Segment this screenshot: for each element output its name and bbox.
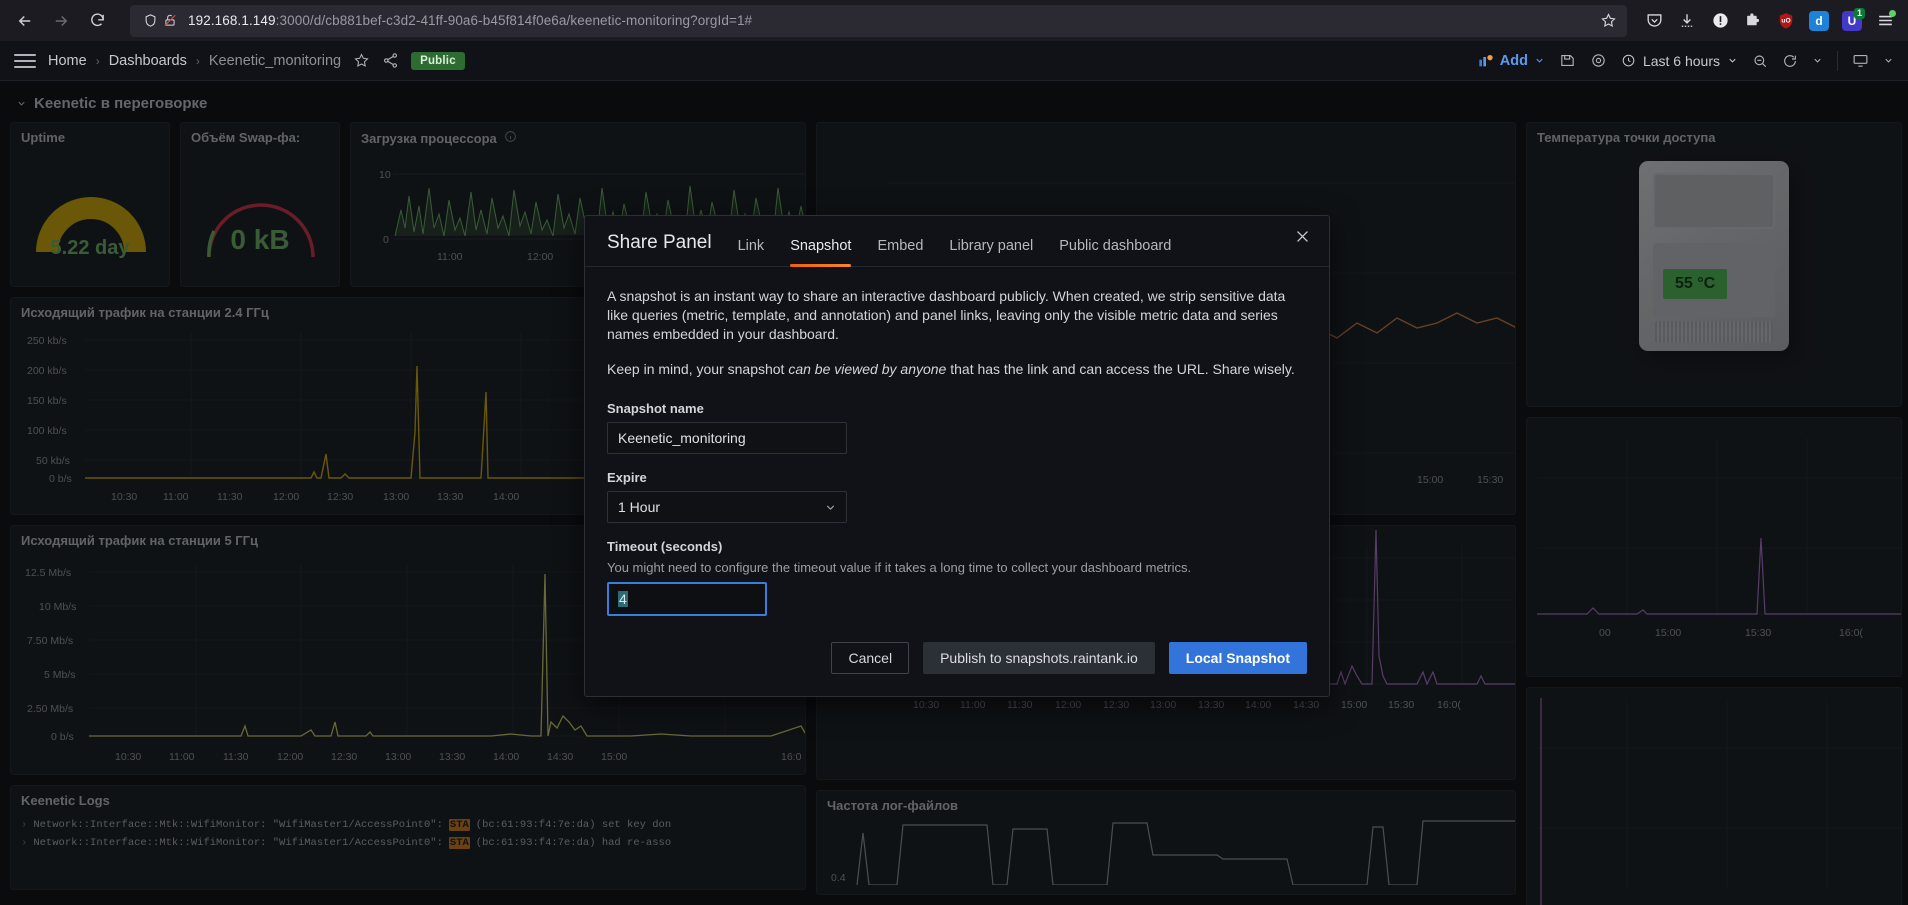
update-indicator-dot: [1889, 9, 1896, 17]
star-outline-icon[interactable]: [353, 52, 370, 69]
downloads-icon[interactable]: [1672, 6, 1702, 36]
ublock-origin-icon[interactable]: uO: [1771, 6, 1801, 36]
timeout-input-wrapper: 4: [607, 582, 779, 617]
extensions-puzzle-icon[interactable]: [1738, 6, 1768, 36]
timeout-field: Timeout (seconds) You might need to conf…: [607, 539, 1307, 617]
timeout-label: Timeout (seconds): [607, 538, 723, 554]
dashlane-glyph: d: [1809, 10, 1829, 31]
back-button[interactable]: [8, 5, 42, 37]
onepassword-icon[interactable]: [1705, 6, 1735, 36]
tab-embed[interactable]: Embed: [877, 238, 923, 266]
grafana-navbar: Home › Dashboards › Keenetic_monitoring …: [0, 41, 1908, 81]
breadcrumb-home[interactable]: Home: [48, 53, 87, 69]
tab-link[interactable]: Link: [738, 238, 765, 266]
forward-button[interactable]: [44, 5, 78, 37]
svg-text:uO: uO: [1781, 17, 1790, 24]
lock-broken-icon[interactable]: [160, 11, 180, 31]
zoom-out-icon[interactable]: [1752, 53, 1768, 69]
refresh-icon[interactable]: [1782, 53, 1798, 69]
snapshot-name-label: Snapshot name: [607, 400, 704, 416]
expire-label: Expire: [607, 469, 647, 485]
time-range-label: Last 6 hours: [1642, 52, 1720, 69]
browser-toolbar: 192.168.1.149:3000/d/cb881bef-c3d2-41ff-…: [0, 0, 1908, 41]
snapshot-name-field: Snapshot name: [607, 401, 1307, 454]
app-menu-icon[interactable]: [1870, 6, 1900, 36]
dashboard-canvas: Keenetic в переговорке Uptime 5.22 day О…: [0, 81, 1908, 905]
snapshot-description-1: A snapshot is an instant way to share an…: [607, 288, 1286, 342]
expire-select[interactable]: [607, 490, 847, 523]
breadcrumb-separator: ›: [195, 53, 200, 68]
snapshot-description-2: Keep in mind, your snapshot can be viewe…: [607, 360, 1307, 379]
modal-body: A snapshot is an instant way to share an…: [585, 267, 1329, 696]
breadcrumb-current: Keenetic_monitoring: [208, 52, 342, 69]
modal-title: Share Panel: [607, 232, 712, 253]
local-snapshot-button[interactable]: Local Snapshot: [1168, 642, 1307, 675]
tv-kiosk-icon[interactable]: [1852, 52, 1869, 69]
kiosk-chevron-icon[interactable]: [1883, 55, 1894, 66]
tab-snapshot[interactable]: Snapshot: [790, 238, 852, 267]
toolbar-divider: [1837, 50, 1838, 71]
breadcrumb: Home › Dashboards › Keenetic_monitoring: [48, 53, 341, 69]
timeout-input[interactable]: [607, 582, 767, 617]
extension-toolbar: uO d U 1: [1639, 6, 1900, 36]
forward-arrow-icon: [55, 15, 68, 26]
public-dashboard-badge: Public: [411, 51, 465, 70]
cancel-button[interactable]: Cancel: [831, 642, 910, 675]
close-x-icon[interactable]: [1294, 228, 1311, 249]
extension-badge-count: 1: [1853, 7, 1865, 19]
clock-icon: [1622, 54, 1635, 67]
warning-post: that has the link and can access the URL…: [946, 360, 1295, 377]
address-bar[interactable]: 192.168.1.149:3000/d/cb881bef-c3d2-41ff-…: [130, 4, 1627, 37]
add-panel-icon: [1479, 54, 1493, 66]
modal-actions: Cancel Publish to snapshots.raintank.io …: [607, 642, 1307, 675]
star-icon[interactable]: [1600, 12, 1617, 29]
warning-pre: Keep in mind, your snapshot: [607, 360, 789, 377]
vivaldi-extension-icon[interactable]: U 1: [1837, 6, 1867, 36]
add-panel-button[interactable]: Add: [1478, 53, 1545, 69]
tab-library-panel[interactable]: Library panel: [949, 238, 1033, 266]
pocket-icon[interactable]: [1639, 6, 1669, 36]
url-path: :3000/d/cb881bef-c3d2-41ff-90a6-b45f814f…: [275, 13, 753, 28]
dashboard-toolbar: Add Last 6 hours: [1478, 50, 1894, 71]
time-range-picker[interactable]: Last 6 hours: [1621, 53, 1738, 69]
snapshot-name-input[interactable]: [607, 421, 847, 454]
expire-select-wrapper: [607, 490, 847, 523]
back-arrow-icon: [18, 15, 31, 26]
warning-emphasis: can be viewed by anyone: [788, 360, 947, 377]
save-disk-icon[interactable]: [1559, 52, 1576, 69]
modal-header: Share Panel Link Snapshot Embed Library …: [585, 216, 1329, 267]
share-nodes-icon[interactable]: [382, 52, 399, 69]
timeout-selected-value: 4: [618, 591, 628, 608]
reload-button[interactable]: [80, 5, 114, 37]
dashlane-icon[interactable]: d: [1804, 6, 1834, 36]
chevron-down-icon: [1729, 58, 1736, 63]
breadcrumb-separator: ›: [95, 53, 100, 68]
url-host: 192.168.1.149: [188, 13, 276, 28]
url-text: 192.168.1.149:3000/d/cb881bef-c3d2-41ff-…: [188, 13, 752, 28]
breadcrumb-dashboards[interactable]: Dashboards: [109, 53, 187, 69]
share-panel-modal: Share Panel Link Snapshot Embed Library …: [584, 215, 1330, 698]
shield-icon: [140, 11, 160, 31]
reload-icon: [90, 13, 104, 27]
dashboard-settings-icon[interactable]: [1590, 52, 1607, 69]
hamburger-menu-icon[interactable]: [14, 53, 36, 68]
tab-public-dashboard[interactable]: Public dashboard: [1059, 238, 1171, 266]
refresh-interval-chevron-icon[interactable]: [1812, 55, 1823, 66]
expire-field: Expire: [607, 470, 1307, 523]
add-label: Add: [1499, 52, 1528, 69]
publish-snapshot-button[interactable]: Publish to snapshots.raintank.io: [923, 642, 1155, 675]
chevron-down-icon: [1536, 58, 1543, 63]
timeout-description: You might need to configure the timeout …: [607, 559, 1192, 575]
